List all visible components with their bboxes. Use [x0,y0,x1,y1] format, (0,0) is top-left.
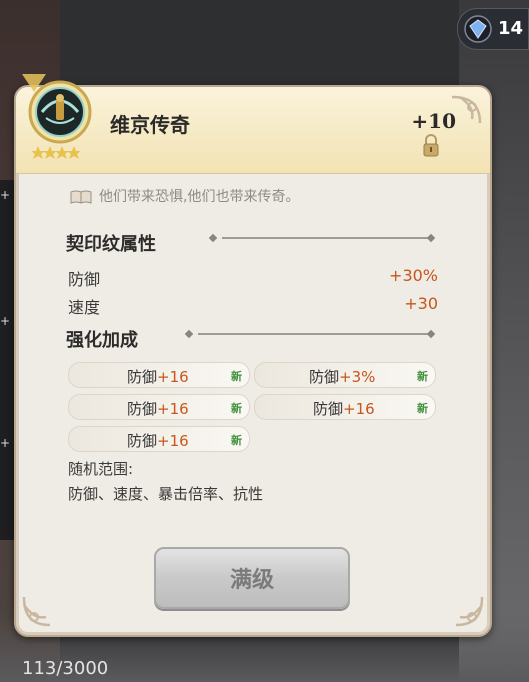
viking-emblem-icon [22,74,92,144]
gem-icon [464,15,492,43]
ornament-corner-icon [22,596,51,627]
lock-icon[interactable] [422,134,440,158]
bonus-name: 防御 [127,432,158,450]
new-tag: 新 [231,402,242,415]
background-strip [0,180,14,540]
max-level-label: 满级 [229,567,274,593]
plus-icon: + [0,314,11,328]
bonus-value: +3% [339,368,376,386]
divider-line [198,333,432,335]
max-level-button[interactable]: 满级 [154,547,350,609]
new-tag: 新 [231,370,242,383]
plus-icon: + [0,436,11,450]
ornament-corner-icon [451,95,482,124]
random-range-list: 防御、速度、暴击倍率、抗性 [68,485,264,503]
bonus-pill: 防御+16 新 [68,394,250,420]
bonus-pill: 防御+16 新 [68,426,250,452]
bonus-name: 防御 [313,400,344,418]
gem-count: 14 [498,18,524,39]
bonus-name: 防御 [309,368,340,386]
item-name: 维京传奇 [110,113,190,137]
bonus-pill: 防御+16 新 [254,394,436,420]
stat-value-speed: +30 [404,294,438,313]
divider-line [222,237,432,239]
bonus-pill: 防御+3% 新 [254,362,436,388]
stat-label-speed: 速度 [68,298,101,317]
bonus-value: +16 [343,400,375,418]
bonus-name: 防御 [127,400,158,418]
item-emblem [20,72,96,148]
new-tag: 新 [417,402,428,415]
book-icon [70,190,92,204]
star-icon [32,146,80,159]
stat-label-defense: 防御 [68,270,101,289]
new-tag: 新 [231,434,242,447]
bottom-counter: 113/3000 [22,658,109,679]
enhance-title: 强化加成 [66,330,138,351]
item-flavor-text: 他们带来恐惧,他们也带来传奇。 [99,189,300,205]
random-range-title: 随机范围: [68,460,134,478]
bonus-value: +16 [157,368,189,386]
bonus-value: +16 [157,432,189,450]
new-tag: 新 [417,370,428,383]
gem-currency[interactable]: 14 [457,8,529,50]
seal-stats-title: 契印纹属性 [66,234,156,255]
bonus-pill: 防御+16 新 [68,362,250,388]
bonus-value: +16 [157,400,189,418]
bonus-name: 防御 [127,368,158,386]
ornament-corner-icon [455,596,484,627]
stat-value-defense: +30% [389,266,438,285]
plus-icon: + [0,188,11,202]
